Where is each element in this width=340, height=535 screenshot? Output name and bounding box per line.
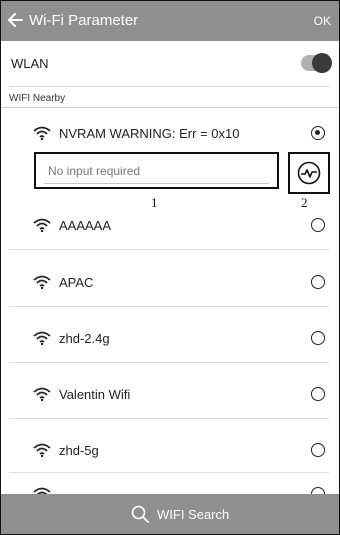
wlan-toggle[interactable] (301, 53, 332, 73)
network-ssid: zhd-5g (59, 443, 99, 458)
wifi-signal-icon (33, 387, 51, 401)
divider (9, 306, 329, 307)
network-item[interactable]: Valentin Wifi (1, 375, 339, 415)
arrow-left-icon (8, 13, 23, 27)
radio-unselected[interactable] (311, 218, 325, 232)
network-ssid: NVRAM WARNING: Err = 0x10 (59, 126, 240, 141)
radio-unselected[interactable] (311, 443, 325, 457)
wifi-signal-icon (33, 331, 51, 345)
network-item[interactable]: zhd-2.4g (1, 319, 339, 359)
page-title: Wi-Fi Parameter (29, 12, 139, 29)
network-item[interactable]: zhd-5g (1, 431, 339, 471)
network-item[interactable]: APAC (1, 263, 339, 303)
radio-unselected[interactable] (311, 331, 325, 345)
network-ssid: Valentin Wifi (59, 387, 131, 402)
ok-button[interactable]: OK (314, 14, 331, 28)
pulse-icon (297, 161, 321, 185)
divider (9, 249, 329, 250)
wifi-search-button[interactable]: WIFI Search (1, 494, 339, 534)
divider (9, 86, 329, 87)
wifi-search-label: WIFI Search (157, 507, 230, 522)
wlan-row: WLAN (1, 41, 339, 85)
signal-monitor-button[interactable] (288, 152, 330, 194)
wlan-label: WLAN (11, 56, 49, 71)
divider (9, 362, 329, 363)
network-ssid: AAAAAA (59, 218, 112, 233)
radio-unselected[interactable] (311, 275, 325, 289)
app-bar: Wi-Fi Parameter OK (1, 1, 339, 41)
search-icon (131, 505, 149, 523)
input-underline (44, 183, 269, 184)
network-item[interactable]: AAAAAA (1, 206, 339, 246)
wifi-signal-icon (33, 126, 51, 140)
toggle-knob (312, 53, 332, 73)
divider (1, 107, 339, 108)
wifi-signal-icon (33, 218, 51, 232)
wifi-signal-icon (33, 443, 51, 457)
back-button[interactable] (5, 10, 25, 30)
radio-unselected[interactable] (311, 387, 325, 401)
radio-selected[interactable] (311, 126, 325, 140)
divider (9, 418, 329, 419)
divider (9, 472, 329, 473)
section-header: WIFI Nearby (9, 93, 66, 104)
password-field-highlight (34, 152, 279, 189)
network-item-selected[interactable]: NVRAM WARNING: Err = 0x10 (1, 114, 339, 154)
network-ssid: APAC (59, 275, 94, 290)
wifi-parameter-screen: Wi-Fi Parameter OK WLAN WIFI Nearby NVRA… (0, 0, 340, 535)
wifi-signal-icon (33, 275, 51, 289)
network-ssid: zhd-2.4g (59, 331, 110, 346)
